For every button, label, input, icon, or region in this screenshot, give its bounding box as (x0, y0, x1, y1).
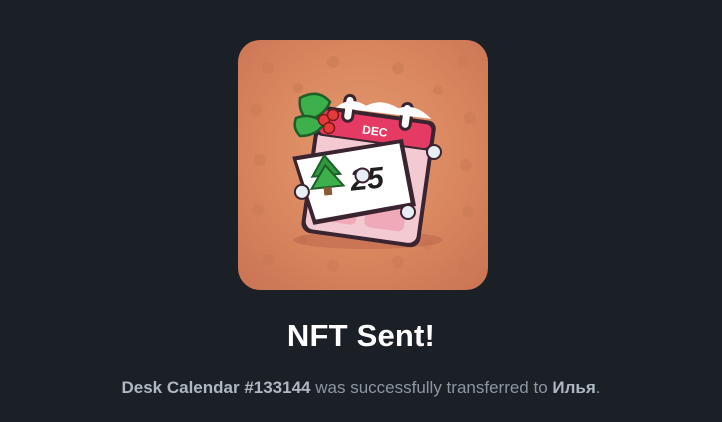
recipient-name: Илья (552, 378, 596, 397)
transfer-message-text: was successfully transferred to (310, 378, 553, 397)
nft-preview: DEC 25 (238, 40, 488, 290)
nft-sent-dialog: DEC 25 (0, 0, 722, 422)
holly-icon (293, 92, 340, 138)
nft-item-name: Desk Calendar #133144 (121, 378, 311, 397)
desk-calendar-icon: DEC 25 (250, 56, 476, 272)
page-title: NFT Sent! (286, 318, 436, 353)
transfer-message-end: . (595, 378, 601, 397)
transfer-message: Desk Calendar #133144 was successfully t… (0, 378, 722, 398)
